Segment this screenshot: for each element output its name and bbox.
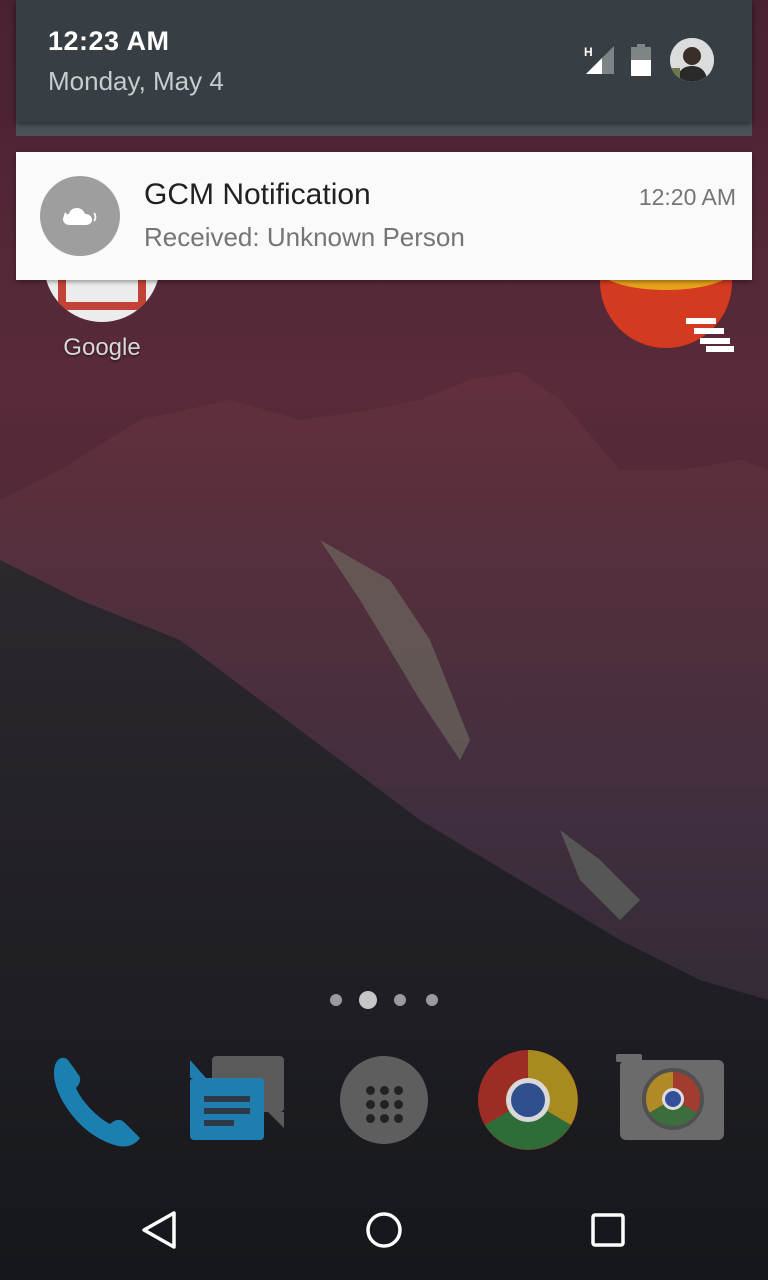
- back-button[interactable]: [130, 1200, 190, 1260]
- notification-card[interactable]: GCM Notification Received: Unknown Perso…: [16, 152, 752, 280]
- navigation-bar: [0, 1186, 768, 1280]
- recents-icon: [591, 1213, 625, 1247]
- camera-lens: [642, 1068, 704, 1130]
- back-icon: [142, 1211, 176, 1249]
- page-indicator: [0, 990, 768, 1010]
- notification-time: 12:20 AM: [638, 184, 736, 210]
- chrome-icon[interactable]: [476, 1048, 580, 1152]
- notification-app-icon: [40, 176, 120, 256]
- recents-button[interactable]: [578, 1200, 638, 1260]
- network-type-label: H: [584, 45, 593, 59]
- page-dot: [426, 994, 438, 1006]
- page-dot: [330, 994, 342, 1006]
- user-avatar[interactable]: [670, 38, 714, 82]
- camera-icon[interactable]: [616, 1054, 724, 1140]
- page-dot-active: [359, 991, 377, 1009]
- page-dot: [394, 994, 406, 1006]
- notification-title: GCM Notification: [144, 178, 371, 211]
- apps-drawer-icon[interactable]: [340, 1056, 428, 1144]
- shade-divider: [16, 122, 752, 136]
- shade-date[interactable]: Monday, May 4: [48, 66, 224, 97]
- clock-time: 12:23 AM: [48, 26, 170, 56]
- notification-menu-icon[interactable]: [686, 318, 736, 354]
- cloud-icon: [63, 208, 97, 225]
- notification-text: Received: Unknown Person: [144, 222, 465, 252]
- phone-icon[interactable]: [48, 1052, 144, 1148]
- battery-icon: [631, 44, 651, 76]
- home-icon: [366, 1212, 402, 1248]
- signal-icon: H: [584, 45, 614, 74]
- google-folder-label[interactable]: Google: [40, 334, 164, 362]
- home-button[interactable]: [354, 1200, 414, 1260]
- messenger-icon[interactable]: [188, 1052, 292, 1148]
- shade-header[interactable]: 12:23 AM Monday, May 4 H: [16, 0, 752, 122]
